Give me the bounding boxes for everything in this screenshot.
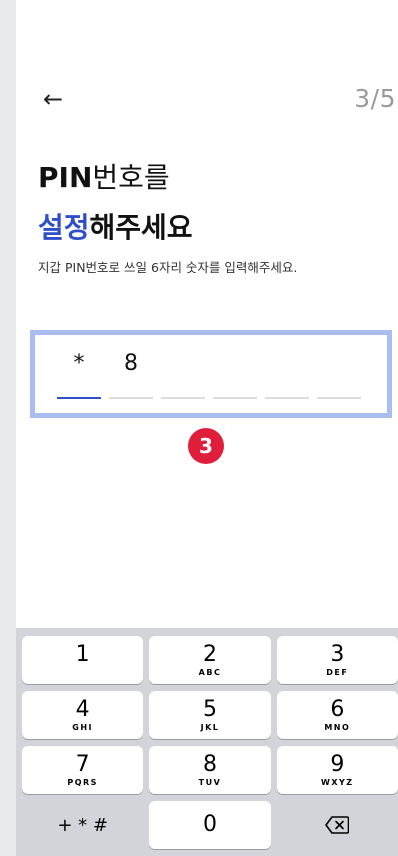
key-0[interactable]: 0	[149, 801, 271, 849]
pin-slot-2[interactable]: 8	[109, 349, 153, 399]
symbols-label: + * #	[57, 814, 108, 836]
title-accent: 설정	[38, 211, 90, 244]
screen: ← 3/5 PIN번호를 설정해주세요 지갑 PIN번호로 쓰일 6자리 숫자를…	[16, 0, 398, 856]
key-9[interactable]: 9 WXYZ	[276, 746, 398, 794]
key-8-number: 8	[202, 751, 217, 777]
key-5-number: 5	[202, 696, 217, 722]
key-5[interactable]: 5 JKL	[149, 691, 271, 739]
pin-underline-4	[213, 397, 257, 399]
pin-underline-5	[265, 397, 309, 399]
key-9-letters: WXYZ	[321, 777, 354, 787]
key-8-letters: TUV	[198, 777, 222, 787]
pin-underline-3	[161, 397, 205, 399]
key-delete[interactable]	[277, 801, 398, 849]
pin-underline-1	[57, 397, 101, 399]
pin-input[interactable]: * 8	[30, 330, 392, 418]
backspace-icon	[325, 816, 350, 834]
pin-slot-3[interactable]	[161, 349, 205, 399]
key-1[interactable]: 1	[22, 636, 144, 684]
instruction-text: 지갑 PIN번호로 쓰일 6자리 숫자를 입력해주세요.	[38, 260, 298, 275]
key-3-number: 3	[330, 641, 345, 667]
pin-slot-6[interactable]	[317, 349, 361, 399]
title-pin-rest: 번호를	[92, 161, 170, 194]
pin-char-2: 8	[124, 351, 138, 376]
key-3[interactable]: 3 DEF	[276, 636, 398, 684]
key-4-number: 4	[75, 696, 90, 722]
key-9-number: 9	[330, 751, 345, 777]
key-1-number: 1	[75, 641, 90, 667]
key-7-number: 7	[75, 751, 90, 777]
key-5-letters: JKL	[200, 722, 220, 732]
pin-char-1: *	[73, 351, 85, 376]
key-4[interactable]: 4 GHI	[22, 691, 144, 739]
key-2-number: 2	[202, 641, 217, 667]
key-symbols[interactable]: + * #	[22, 801, 143, 849]
key-3-letters: DEF	[326, 667, 349, 677]
step-indicator: 3/5	[354, 84, 396, 113]
pin-underline-2	[109, 397, 153, 399]
key-4-letters: GHI	[72, 722, 94, 732]
key-6-number: 6	[330, 696, 345, 722]
back-arrow-icon[interactable]: ←	[36, 82, 70, 116]
page-title-line1: PIN번호를	[38, 156, 170, 196]
key-7-letters: PQRS	[67, 777, 98, 787]
pin-slot-1[interactable]: *	[57, 349, 101, 399]
key-6-letters: MNO	[324, 722, 351, 732]
key-7[interactable]: 7 PQRS	[22, 746, 144, 794]
numeric-keypad: 1 2 ABC 3 DEF 4 GHI 5 JKL 6 MNO 7 PQRS 8…	[16, 628, 398, 856]
pin-slots: * 8	[57, 349, 377, 399]
key-0-number: 0	[202, 812, 217, 837]
key-2-letters: ABC	[198, 667, 222, 677]
key-2[interactable]: 2 ABC	[149, 636, 271, 684]
key-6[interactable]: 6 MNO	[276, 691, 398, 739]
page-title-line2: 설정해주세요	[38, 206, 193, 246]
pin-underline-6	[317, 397, 361, 399]
step-badge: 3	[188, 428, 224, 464]
left-gutter	[0, 0, 16, 856]
title-rest: 해주세요	[89, 211, 193, 244]
title-pin: PIN	[38, 161, 93, 194]
pin-slot-4[interactable]	[213, 349, 257, 399]
pin-slot-5[interactable]	[265, 349, 309, 399]
key-8[interactable]: 8 TUV	[149, 746, 271, 794]
